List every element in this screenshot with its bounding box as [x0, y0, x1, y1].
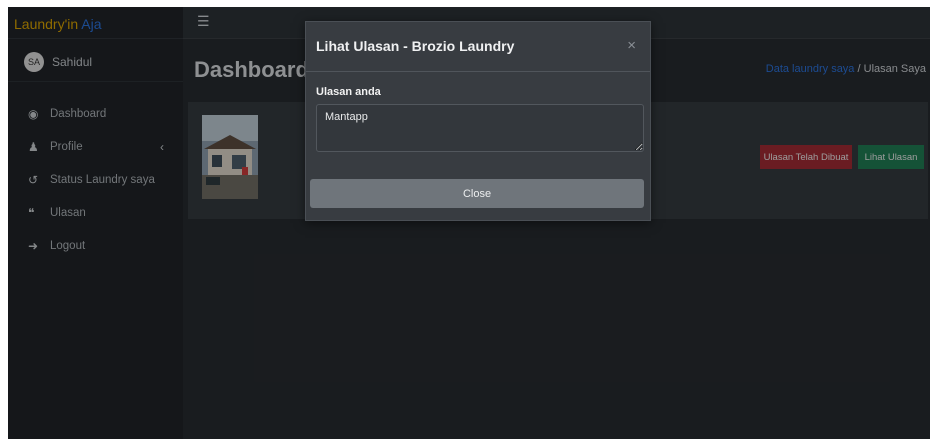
app-window: Laundry'in Aja SA Sahidul ◉ Dashboard ♟ … — [8, 7, 930, 439]
modal-title: Lihat Ulasan - Brozio Laundry — [316, 38, 515, 54]
close-button[interactable]: Close — [310, 179, 644, 208]
review-textarea[interactable]: Mantapp — [316, 104, 644, 152]
review-field-label: Ulasan anda — [316, 86, 381, 98]
review-modal: Lihat Ulasan - Brozio Laundry × Ulasan a… — [305, 21, 651, 221]
modal-header: Lihat Ulasan - Brozio Laundry × — [306, 22, 650, 72]
modal-body: Ulasan anda Mantapp — [306, 72, 650, 152]
close-icon[interactable]: × — [627, 37, 636, 54]
